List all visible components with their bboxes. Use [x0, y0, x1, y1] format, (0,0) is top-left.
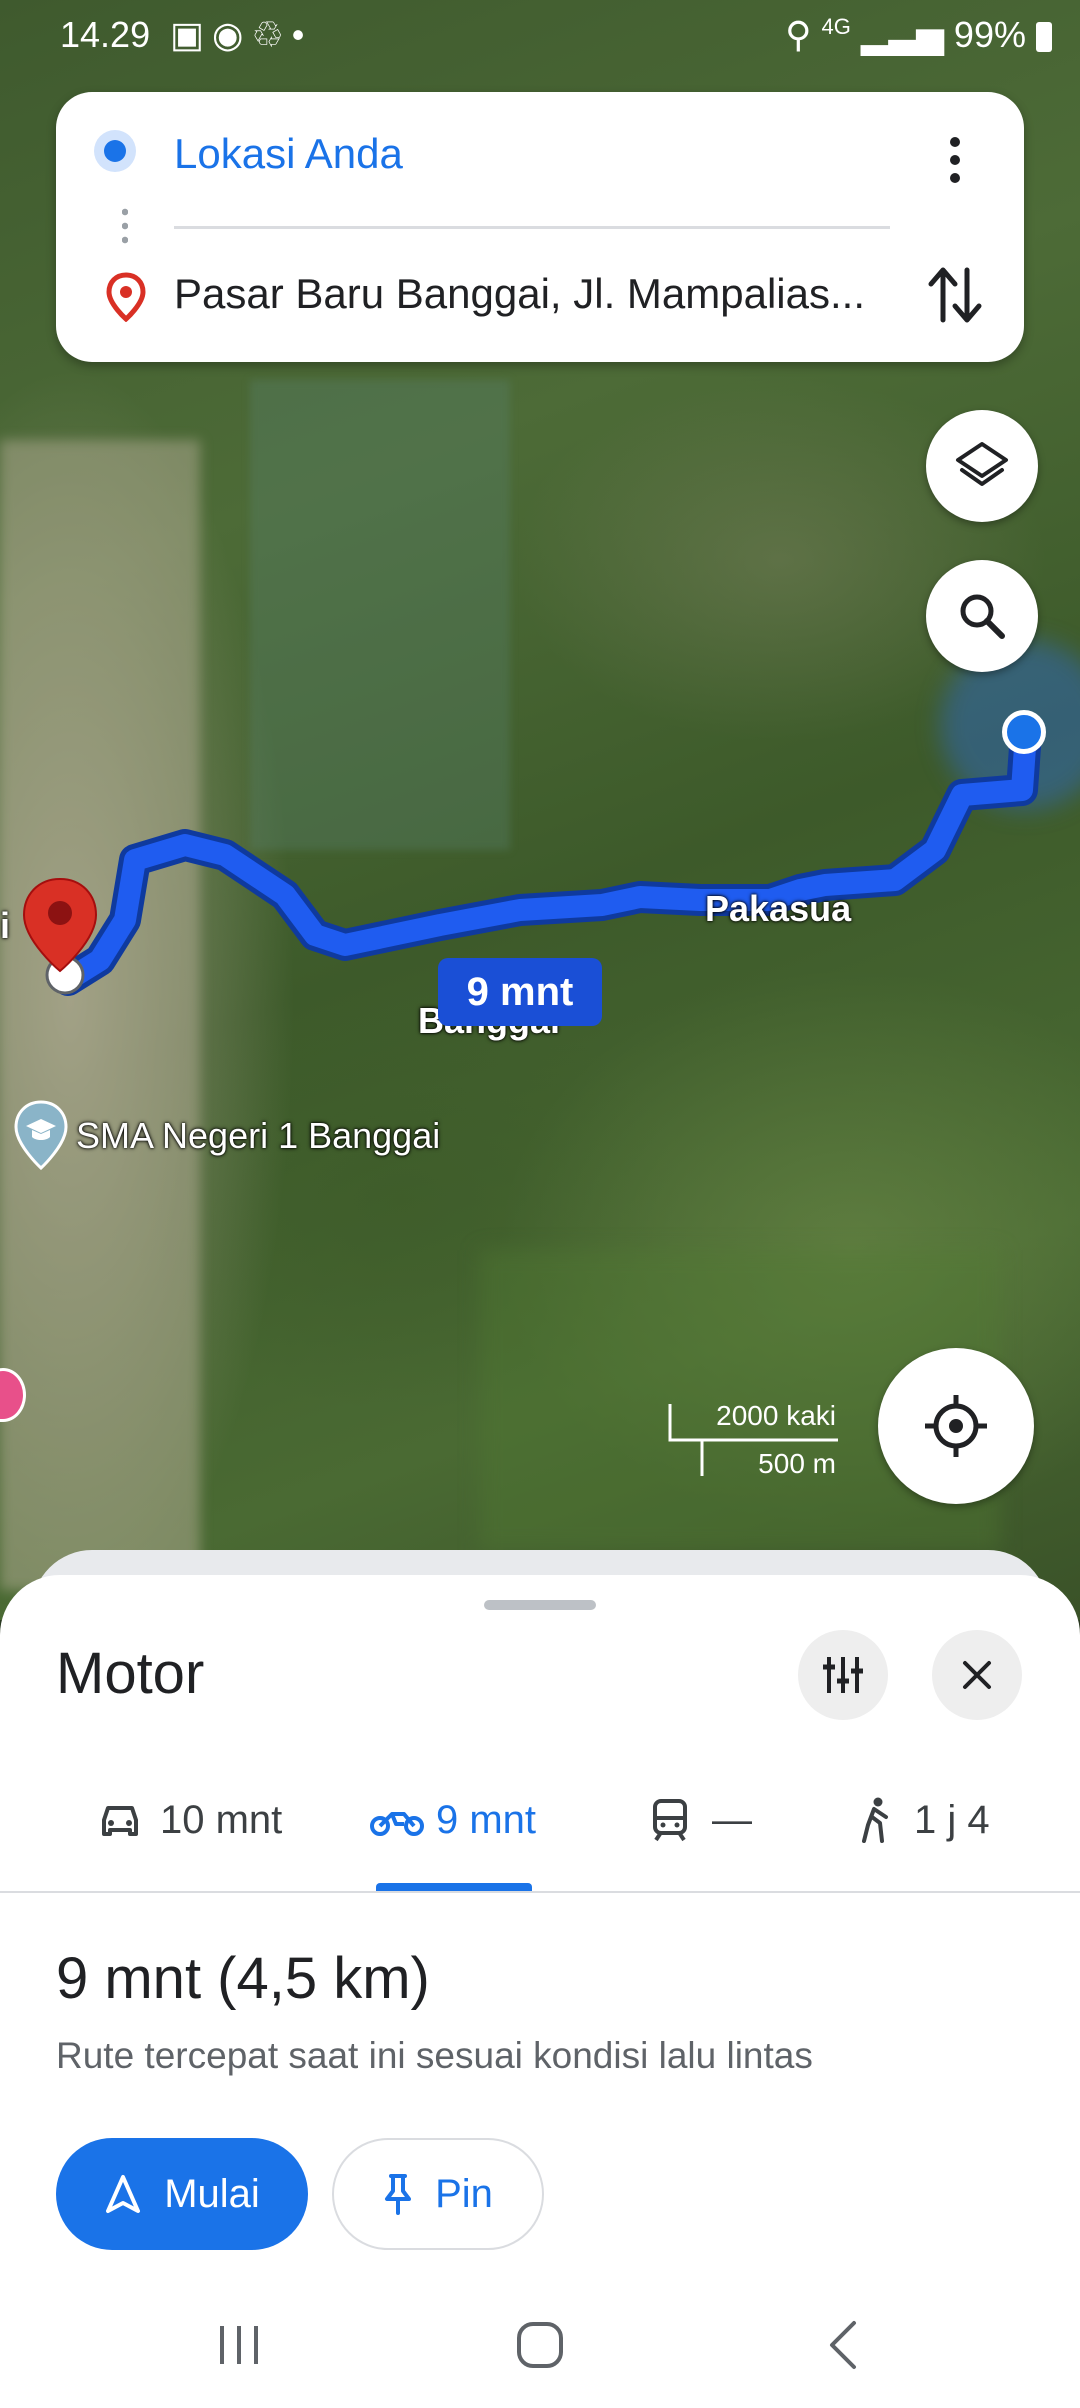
search-button[interactable]	[926, 560, 1038, 672]
route-description: Rute tercepat saat ini sesuai kondisi la…	[56, 2035, 813, 2076]
tab-walk-label: 1 j 4	[914, 1797, 990, 1842]
close-button[interactable]	[932, 1630, 1022, 1720]
route-summary: 9 mnt (4,5 km)	[56, 1946, 430, 2011]
origin-field[interactable]: Lokasi Anda	[174, 130, 403, 178]
tab-motorcycle-label: 9 mnt	[436, 1797, 537, 1842]
start-button-label: Mulai	[164, 2171, 260, 2216]
origin-dot-icon	[104, 140, 126, 162]
car-icon	[102, 1806, 138, 1836]
pin-icon	[385, 2174, 412, 2215]
field-divider	[174, 226, 890, 229]
sync-icon: ♲	[251, 14, 292, 55]
destination-marker-icon	[104, 272, 148, 327]
tab-motorcycle[interactable]: 9 mnt	[370, 1780, 536, 1860]
start-button[interactable]: Mulai	[56, 2138, 308, 2250]
transit-icon	[653, 1799, 687, 1842]
map-label-left-edge: i	[0, 905, 11, 946]
destination-field[interactable]: Pasar Baru Banggai, Jl. Mampalias...	[174, 270, 865, 318]
battery-label: 99%	[953, 14, 1026, 55]
signal-icon: ▂▃▅	[860, 14, 944, 55]
destination-pin-icon[interactable]	[20, 875, 100, 1000]
tab-car-label: 10 mnt	[160, 1797, 283, 1842]
home-icon[interactable]	[514, 2319, 566, 2371]
route-options-button[interactable]	[798, 1630, 888, 1720]
sheet-drag-handle[interactable]	[484, 1600, 596, 1610]
route-dots-icon	[122, 205, 128, 247]
layers-icon	[956, 442, 1008, 486]
scale-metric: 500 m	[758, 1448, 836, 1479]
recent-apps-icon[interactable]	[214, 2320, 264, 2370]
system-nav-bar	[0, 2290, 1080, 2408]
image-icon: ▣	[170, 14, 213, 55]
scale-imperial: 2000 kaki	[716, 1400, 836, 1431]
tab-transit[interactable]: —	[650, 1780, 752, 1860]
location-status-icon: ⚲	[785, 14, 812, 55]
active-tab-indicator	[376, 1883, 532, 1891]
tune-icon	[823, 1657, 863, 1693]
sheet-title: Motor	[56, 1641, 205, 1706]
network-label: 4G	[821, 14, 851, 39]
layers-button[interactable]	[926, 410, 1038, 522]
current-location-dot	[1002, 710, 1046, 754]
route-time-bubble[interactable]: 9 mnt	[438, 958, 602, 1026]
tab-transit-label: —	[712, 1797, 752, 1842]
map-scale: 2000 kaki 500 m	[668, 1400, 838, 1480]
search-icon	[960, 594, 1005, 639]
notification-icons: ▣◉♲•	[170, 14, 312, 56]
tab-walk[interactable]: 1 j 4	[858, 1780, 990, 1860]
more-options-icon[interactable]	[935, 130, 975, 190]
pin-button-label: Pin	[435, 2171, 493, 2216]
walk-icon	[862, 1797, 888, 1843]
status-bar: 14.29 ▣◉♲• ⚲ 4G ▂▃▅ 99%	[0, 0, 1080, 72]
status-right: ⚲ 4G ▂▃▅ 99%	[785, 14, 1052, 56]
crosshair-icon	[925, 1395, 987, 1457]
poi-label-school[interactable]: SMA Negeri 1 Banggai	[76, 1115, 440, 1157]
tabs-divider	[0, 1891, 1080, 1893]
pin-button[interactable]: Pin	[332, 2138, 544, 2250]
navigation-arrow-icon	[106, 2175, 141, 2213]
motorcycle-icon	[370, 1812, 424, 1836]
dot-icon: •	[291, 14, 313, 55]
school-icon[interactable]	[14, 1100, 68, 1175]
back-icon[interactable]	[824, 2319, 864, 2371]
tab-car[interactable]: 10 mnt	[98, 1780, 282, 1860]
battery-icon	[1036, 22, 1052, 53]
map-label-pakasua: Pakasua	[705, 888, 852, 929]
close-icon	[963, 1661, 991, 1689]
my-location-button[interactable]	[878, 1348, 1034, 1504]
swap-icon[interactable]	[925, 262, 985, 328]
line-icon: ◉	[212, 14, 252, 55]
status-time: 14.29	[60, 14, 151, 55]
